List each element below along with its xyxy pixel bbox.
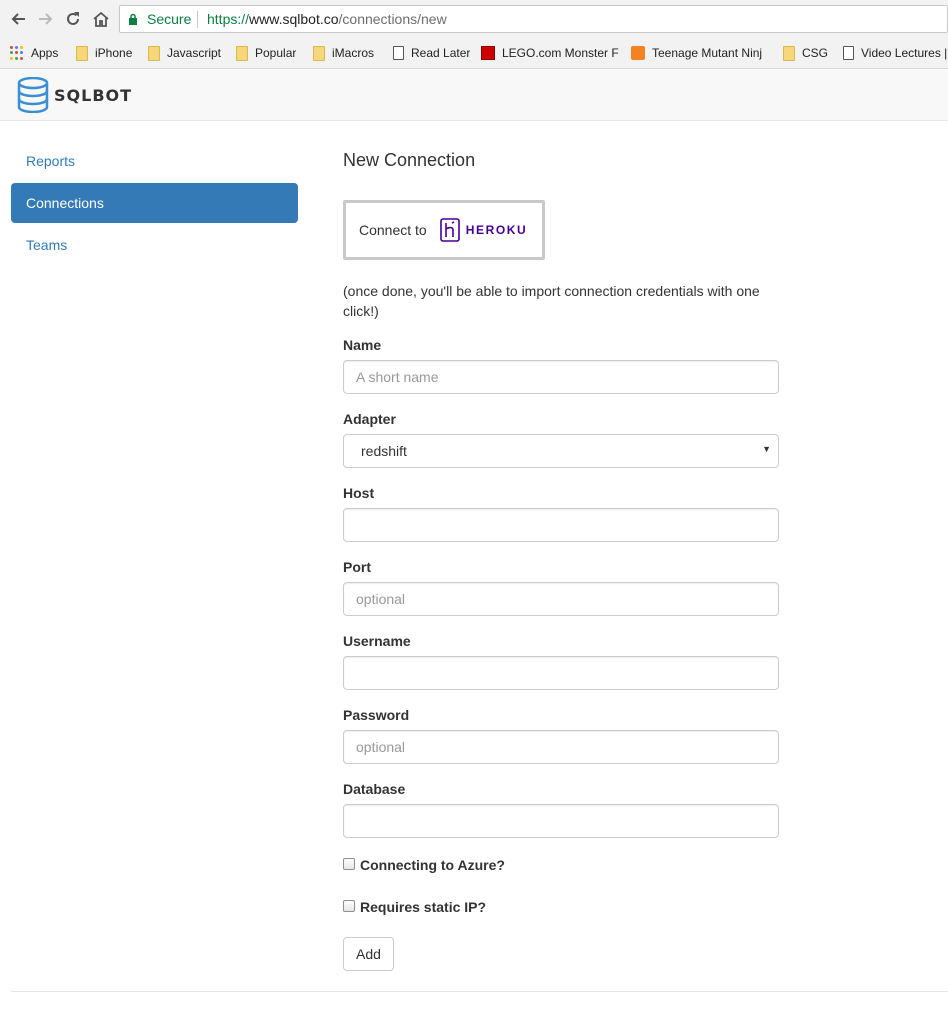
- bookmark-label: iMacros: [332, 46, 375, 60]
- adapter-select[interactable]: redshift ▼: [343, 434, 779, 468]
- bookmark-label: CSG: [802, 46, 829, 60]
- password-label: Password: [343, 707, 410, 723]
- forward-icon[interactable]: [35, 8, 57, 30]
- url-scheme: https://: [207, 11, 250, 27]
- adapter-label: Adapter: [343, 411, 396, 427]
- port-input[interactable]: [343, 582, 779, 616]
- bookmark-tmnt[interactable]: Teenage Mutant Ninj: [631, 43, 771, 63]
- name-input[interactable]: [343, 360, 779, 394]
- back-icon[interactable]: [7, 8, 29, 30]
- bookmark-label: iPhone: [95, 46, 133, 60]
- logo-text: SQLBOT: [54, 85, 133, 105]
- username-input[interactable]: [343, 656, 779, 690]
- adapter-selected-value: redshift: [361, 443, 407, 459]
- connect-to-label: Connect to: [359, 222, 427, 238]
- bookmark-csg[interactable]: CSG: [783, 43, 828, 63]
- port-label: Port: [343, 559, 371, 575]
- heroku-logo-icon: [439, 218, 460, 242]
- folder-icon: [236, 45, 248, 61]
- address-bar[interactable]: Secure https://www.sqlbot.co/connections…: [119, 5, 948, 33]
- bookmark-lego[interactable]: LEGO.com Monster Fi: [481, 43, 619, 63]
- secure-label: Secure: [147, 11, 192, 27]
- folder-icon: [76, 45, 88, 61]
- url-host: www.sqlbot.co: [249, 11, 339, 27]
- static-ip-checkbox-row[interactable]: Requires static IP?: [343, 899, 486, 915]
- azure-checkbox[interactable]: [343, 857, 355, 870]
- sidebar-item-reports[interactable]: Reports: [11, 141, 298, 181]
- host-input[interactable]: [343, 508, 779, 542]
- bookmark-video-lectures[interactable]: Video Lectures |: [843, 43, 948, 63]
- bookmark-label: Javascript: [167, 46, 222, 60]
- dropdown-arrow-icon: ▼: [762, 444, 771, 454]
- database-icon: [17, 77, 49, 113]
- bookmark-javascript[interactable]: Javascript: [148, 43, 221, 63]
- bookmark-popular[interactable]: Popular: [236, 43, 296, 63]
- bookmark-label: Read Later: [411, 46, 471, 60]
- connect-heroku-button[interactable]: Connect to HEROKU: [343, 200, 545, 260]
- app-navbar: SQLBOT: [0, 70, 948, 121]
- folder-icon: [783, 45, 795, 61]
- page-title: New Connection: [343, 150, 476, 170]
- database-label: Database: [343, 781, 406, 797]
- sidebar-item-teams[interactable]: Teams: [11, 225, 298, 265]
- url-path: /connections/new: [338, 11, 447, 27]
- url-text: https://www.sqlbot.co/connections/new: [207, 11, 447, 27]
- browser-toolbar: Secure https://www.sqlbot.co/connections…: [0, 0, 948, 38]
- lego-icon: [481, 46, 495, 60]
- host-label: Host: [343, 485, 375, 501]
- static-ip-checkbox[interactable]: [343, 899, 355, 912]
- tmnt-icon: [631, 46, 645, 60]
- reload-icon[interactable]: [62, 8, 84, 30]
- home-icon[interactable]: [90, 8, 112, 30]
- bookmark-imacros[interactable]: iMacros: [313, 43, 374, 63]
- bookmark-iphone[interactable]: iPhone: [76, 43, 132, 63]
- heroku-wordmark: HEROKU: [465, 223, 528, 237]
- password-input[interactable]: [343, 730, 779, 764]
- add-button[interactable]: Add: [343, 937, 394, 971]
- name-label: Name: [343, 337, 382, 353]
- bookmarks-bar: Apps iPhone Javascript Popular iMacros R…: [0, 38, 948, 69]
- bookmark-label: Popular: [255, 46, 297, 60]
- username-label: Username: [343, 633, 411, 649]
- folder-icon: [313, 45, 325, 61]
- database-input[interactable]: [343, 804, 779, 838]
- bookmark-label: Teenage Mutant Ninj: [652, 46, 763, 60]
- azure-checkbox-row[interactable]: Connecting to Azure?: [343, 857, 505, 873]
- page-icon: [393, 46, 404, 60]
- bookmark-read-later[interactable]: Read Later: [393, 43, 470, 63]
- page-icon: [843, 46, 854, 60]
- static-ip-checkbox-label: Requires static IP?: [360, 899, 487, 915]
- footer-divider: [11, 991, 948, 992]
- sidebar-item-connections[interactable]: Connections: [11, 183, 298, 223]
- apps-grid-icon: [10, 46, 24, 60]
- omnibox-divider: [197, 11, 198, 28]
- bookmark-label: Apps: [31, 46, 59, 60]
- bookmark-apps[interactable]: Apps: [10, 43, 58, 63]
- bookmark-label: LEGO.com Monster Fi: [502, 46, 619, 60]
- lock-icon: [129, 13, 137, 25]
- heroku-help-text: (once done, you'll be able to import con…: [343, 283, 760, 319]
- folder-icon: [148, 45, 160, 61]
- sqlbot-logo[interactable]: SQLBOT: [17, 77, 132, 113]
- azure-checkbox-label: Connecting to Azure?: [360, 857, 505, 873]
- bookmark-label: Video Lectures |: [861, 46, 948, 60]
